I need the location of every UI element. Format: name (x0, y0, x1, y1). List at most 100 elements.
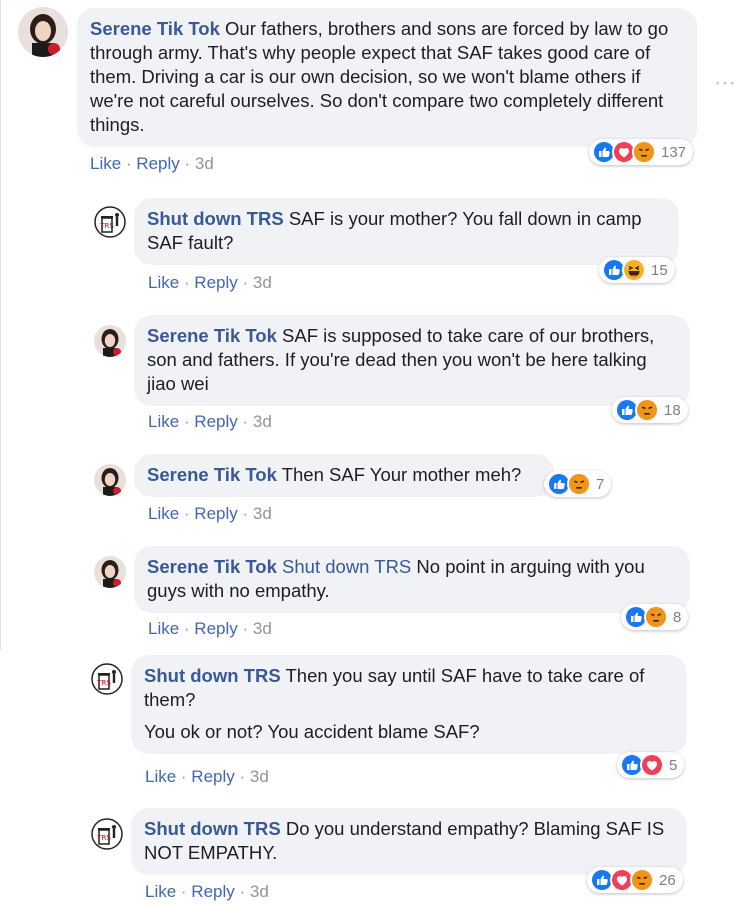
separator: · (179, 412, 195, 431)
reaction-count: 26 (659, 871, 676, 889)
like-link[interactable]: Like (145, 767, 176, 786)
timestamp[interactable]: 3d (195, 154, 214, 173)
timestamp[interactable]: 3d (253, 619, 272, 638)
reaction-icons (590, 868, 654, 892)
separator: · (179, 154, 195, 173)
comment-actions: Like · Reply · 3d (145, 767, 269, 787)
haha-icon (622, 258, 646, 282)
thread-line (0, 0, 1, 650)
reaction-summary[interactable]: 18 (612, 397, 688, 423)
separator: · (179, 273, 195, 292)
separator: · (237, 504, 253, 523)
love-icon (640, 753, 664, 777)
separator: · (176, 767, 192, 786)
avatar[interactable] (94, 556, 126, 588)
avatar[interactable] (94, 325, 126, 357)
reaction-summary[interactable]: 26 (587, 867, 683, 893)
timestamp[interactable]: 3d (253, 412, 272, 431)
avatar[interactable]: TRS (91, 818, 123, 850)
svg-text:TRS: TRS (99, 222, 114, 230)
reply-link[interactable]: Reply (191, 882, 234, 901)
reply-link[interactable]: Reply (194, 619, 237, 638)
trash-bin-logo-icon: TRS (91, 663, 123, 695)
reaction-summary[interactable]: 7 (544, 471, 612, 497)
svg-text:TRS: TRS (96, 679, 111, 687)
svg-text:TRS: TRS (96, 834, 111, 842)
comment-bubble: Serene Tik Tok SAF is supposed to take c… (134, 315, 690, 406)
comment-actions: Like · Reply · 3d (148, 412, 272, 432)
angry-icon (630, 868, 654, 892)
comment-text-paragraph: You ok or not? You accident blame SAF? (144, 721, 480, 742)
reaction-count: 5 (669, 756, 678, 774)
separator: · (121, 154, 137, 173)
timestamp[interactable]: 3d (253, 504, 272, 523)
author-name[interactable]: Shut down TRS (144, 818, 281, 839)
like-link[interactable]: Like (145, 882, 176, 901)
reaction-summary[interactable]: 5 (617, 752, 685, 778)
reaction-icons (592, 140, 656, 164)
comment-actions: Like · Reply · 3d (145, 882, 269, 902)
reply-link[interactable]: Reply (191, 767, 234, 786)
reaction-summary[interactable]: 15 (599, 257, 675, 283)
angry-icon (567, 472, 591, 496)
comment-actions: Like · Reply · 3d (148, 619, 272, 639)
reaction-count: 7 (596, 475, 605, 493)
like-link[interactable]: Like (148, 619, 179, 638)
author-name[interactable]: Serene Tik Tok (90, 18, 220, 39)
more-options-icon[interactable]: ⋯ (714, 70, 737, 96)
reaction-icons (620, 753, 664, 777)
comment-actions: Like · Reply · 3d (90, 154, 214, 174)
comment-bubble: Shut down TRS SAF is your mother? You fa… (134, 198, 679, 265)
comment-actions: Like · Reply · 3d (148, 504, 272, 524)
separator: · (237, 273, 253, 292)
mention-link[interactable]: Shut down TRS (282, 556, 411, 577)
angry-icon (644, 605, 668, 629)
author-name[interactable]: Shut down TRS (144, 665, 281, 686)
reply-link[interactable]: Reply (194, 273, 237, 292)
author-name[interactable]: Serene Tik Tok (147, 464, 277, 485)
comment-bubble: Shut down TRS Then you say until SAF hav… (131, 655, 687, 754)
reaction-icons (624, 605, 668, 629)
separator: · (176, 882, 192, 901)
like-link[interactable]: Like (148, 412, 179, 431)
comment-bubble: Serene Tik Tok Our fathers, brothers and… (77, 8, 697, 147)
avatar[interactable]: TRS (94, 206, 126, 238)
reaction-count: 8 (673, 608, 682, 626)
avatar[interactable] (94, 464, 126, 496)
reaction-icons (602, 258, 646, 282)
like-link[interactable]: Like (90, 154, 121, 173)
reaction-count: 18 (664, 401, 681, 419)
avatar[interactable]: TRS (91, 663, 123, 695)
timestamp[interactable]: 3d (250, 767, 269, 786)
comment-text: Then SAF Your mother meh? (281, 464, 522, 485)
profile-photo-icon (94, 464, 126, 496)
reply-link[interactable]: Reply (194, 504, 237, 523)
reaction-summary[interactable]: 137 (589, 139, 694, 165)
comment-bubble: Shut down TRS Do you understand empathy?… (131, 808, 687, 875)
reaction-icons (615, 398, 659, 422)
separator: · (237, 412, 253, 431)
reaction-count: 15 (651, 261, 668, 279)
timestamp[interactable]: 3d (250, 882, 269, 901)
reply-link[interactable]: Reply (194, 412, 237, 431)
trash-bin-logo-icon: TRS (94, 206, 126, 238)
reply-link[interactable]: Reply (136, 154, 179, 173)
author-name[interactable]: Shut down TRS (147, 208, 284, 229)
angry-icon (635, 398, 659, 422)
profile-photo-icon (18, 7, 68, 57)
trash-bin-logo-icon: TRS (91, 818, 123, 850)
author-name[interactable]: Serene Tik Tok (147, 325, 277, 346)
separator: · (237, 619, 253, 638)
timestamp[interactable]: 3d (253, 273, 272, 292)
avatar[interactable] (18, 7, 68, 57)
reaction-count: 137 (661, 143, 687, 161)
author-name[interactable]: Serene Tik Tok (147, 556, 277, 577)
separator: · (179, 504, 195, 523)
like-link[interactable]: Like (148, 504, 179, 523)
profile-photo-icon (94, 556, 126, 588)
separator: · (234, 882, 250, 901)
reaction-summary[interactable]: 8 (621, 604, 689, 630)
like-link[interactable]: Like (148, 273, 179, 292)
separator: · (179, 619, 195, 638)
angry-icon (632, 140, 656, 164)
